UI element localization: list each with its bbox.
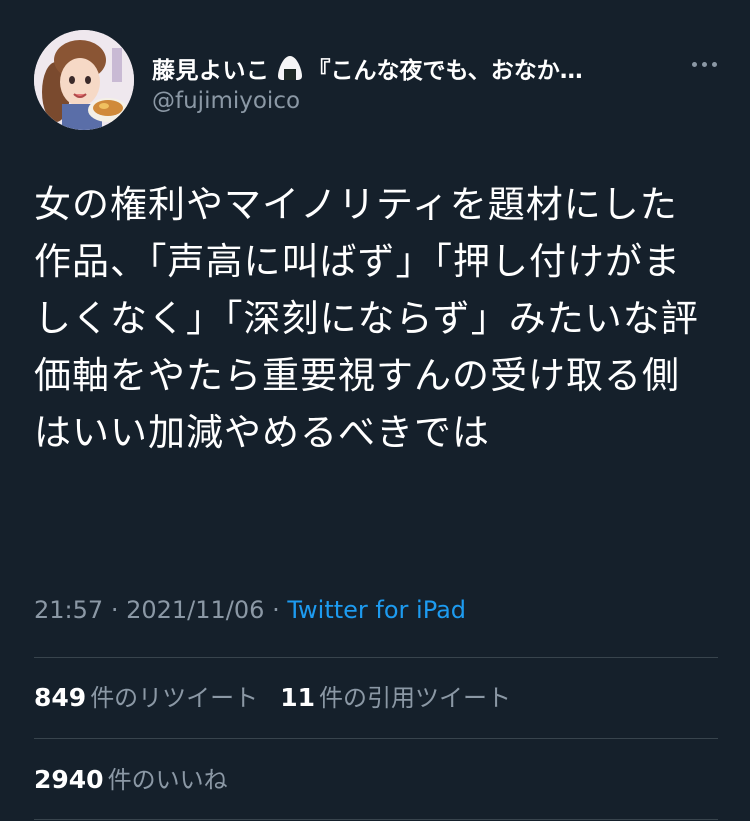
more-dot bbox=[701, 61, 707, 67]
tweet-meta: 21:57 · 2021/11/06 · Twitter for iPad bbox=[34, 596, 466, 624]
user-handle[interactable]: @fujimiyoico bbox=[152, 88, 300, 114]
tweet-source[interactable]: Twitter for iPad bbox=[287, 596, 466, 624]
tweet-detail: 藤見よいこ 『こんな夜でも、おなか… @fujimiyoico 女の権利やマイノ… bbox=[0, 0, 750, 821]
tweet-date[interactable]: 2021/11/06 bbox=[126, 596, 264, 624]
likes-label: 件のいいね bbox=[107, 766, 228, 794]
retweets-label: 件のリツイート bbox=[90, 684, 259, 712]
tweet-text: 女の権利やマイノリティを題材にした作品、「声高に叫ばず」「押し付けがましくなく」… bbox=[34, 183, 699, 454]
onigiri-icon bbox=[276, 54, 304, 82]
divider bbox=[34, 738, 718, 739]
retweets-count: 849 bbox=[34, 683, 87, 712]
stats-row-likes: 2940 件のいいね bbox=[34, 760, 250, 800]
more-icon[interactable] bbox=[684, 52, 724, 76]
display-name-suffix[interactable]: 『こんな夜でも、おなか… bbox=[308, 51, 583, 85]
divider bbox=[34, 657, 718, 658]
meta-separator: · bbox=[110, 596, 119, 624]
quotes-count: 11 bbox=[280, 683, 315, 712]
display-name[interactable]: 藤見よいこ bbox=[152, 51, 270, 85]
name-line[interactable]: 藤見よいこ 『こんな夜でも、おなか… bbox=[152, 48, 692, 88]
avatar-illustration bbox=[34, 30, 134, 130]
divider bbox=[34, 819, 718, 820]
retweets-stat[interactable]: 849 件のリツイート bbox=[34, 678, 258, 713]
tweet-time[interactable]: 21:57 bbox=[34, 596, 103, 624]
avatar[interactable] bbox=[34, 30, 134, 130]
meta-separator: · bbox=[272, 596, 280, 624]
quotes-label: 件の引用ツイート bbox=[318, 684, 511, 712]
stats-row-retweets: 849 件のリツイート 11 件の引用ツイート bbox=[34, 678, 533, 718]
likes-stat[interactable]: 2940 件のいいね bbox=[34, 760, 228, 795]
quotes-stat[interactable]: 11 件の引用ツイート bbox=[280, 678, 511, 713]
more-dot bbox=[691, 61, 697, 67]
more-dot bbox=[711, 61, 717, 67]
likes-count: 2940 bbox=[34, 765, 104, 794]
tweet-header: 藤見よいこ 『こんな夜でも、おなか… @fujimiyoico bbox=[34, 30, 724, 130]
